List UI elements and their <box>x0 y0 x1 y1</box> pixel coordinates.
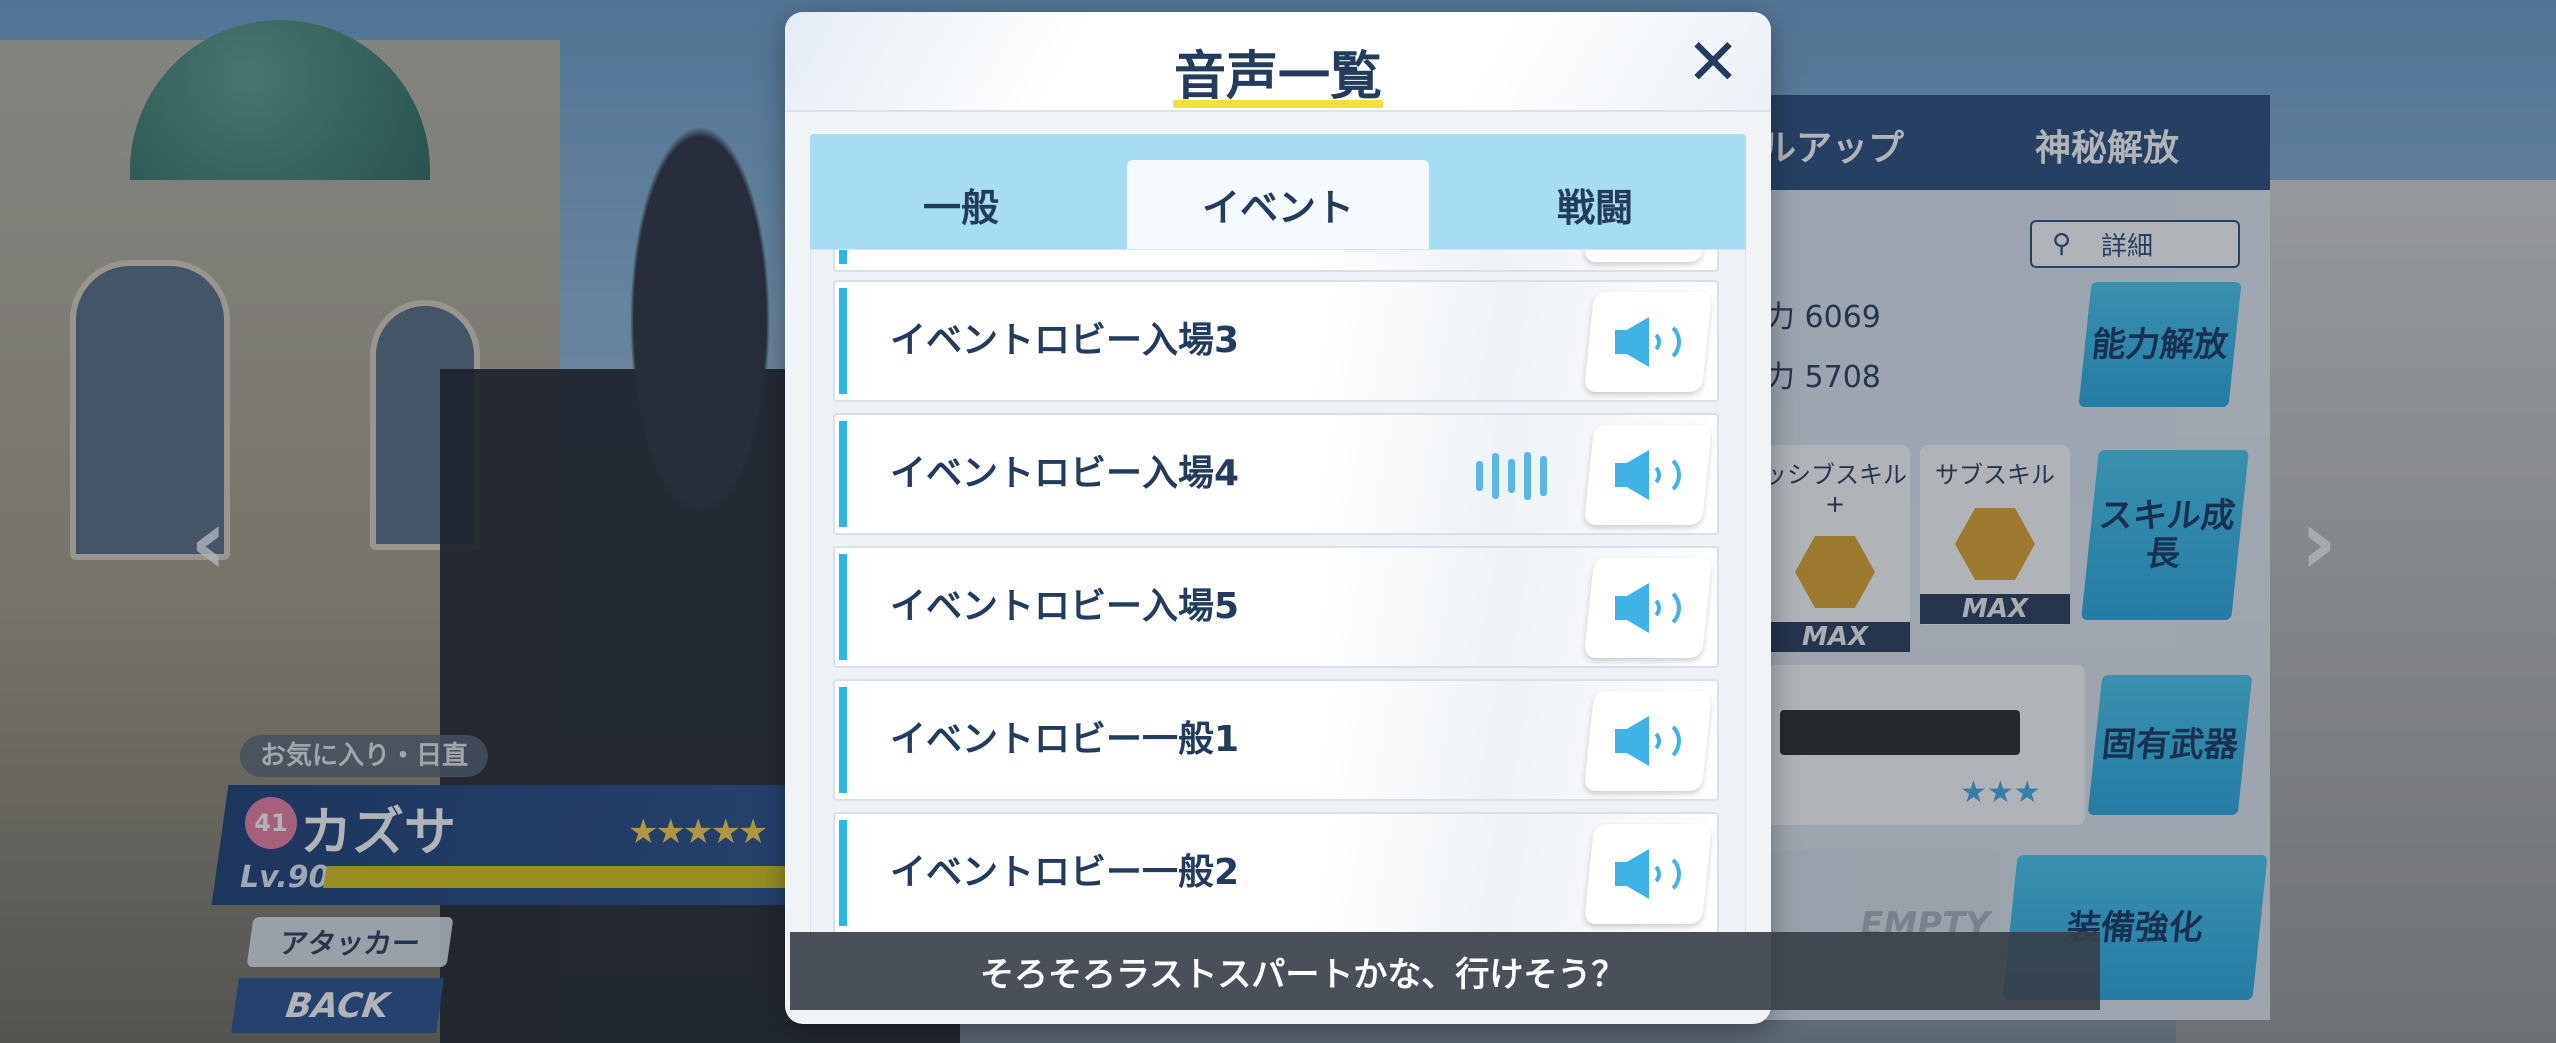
sound-wave-icon <box>1476 452 1547 500</box>
speaker-icon <box>1615 716 1681 766</box>
list-item[interactable]: イベントロビー一般2 <box>833 812 1719 934</box>
play-button[interactable] <box>1583 292 1713 392</box>
play-button[interactable] <box>1583 250 1713 262</box>
tab-battle[interactable]: 戦闘 <box>1444 160 1746 249</box>
voice-list[interactable]: イベントロビー入場3 イベントロビー入場4 イベントロビー入場5 イベントロビー… <box>810 249 1746 989</box>
voice-item-label: イベントロビー入場4 <box>890 453 1240 494</box>
list-item[interactable]: イベントロビー入場3 <box>833 280 1719 402</box>
list-item[interactable]: イベントロビー入場4 <box>833 413 1719 535</box>
title-underline <box>1173 100 1383 108</box>
play-button[interactable] <box>1583 558 1713 658</box>
play-button[interactable] <box>1583 691 1713 791</box>
play-button[interactable] <box>1583 824 1713 924</box>
voice-list-modal: 音声一覧 ✕ 一般 イベント 戦闘 イベントロビー入場3 イベントロビー入場4 <box>785 12 1771 1024</box>
voice-item-label: イベントロビー入場3 <box>890 320 1240 361</box>
voice-item-label: イベントロビー一般2 <box>890 852 1240 893</box>
list-item[interactable]: イベントロビー入場5 <box>833 546 1719 668</box>
modal-title: 音声一覧 <box>1173 47 1382 107</box>
list-item[interactable] <box>833 250 1719 272</box>
play-button[interactable] <box>1583 425 1713 525</box>
voice-item-label: イベントロビー一般1 <box>890 719 1240 760</box>
close-icon[interactable]: ✕ <box>1683 31 1743 95</box>
speaker-icon <box>1615 849 1681 899</box>
speaker-icon <box>1615 450 1681 500</box>
speaker-icon <box>1615 317 1681 367</box>
voice-category-tabs: 一般 イベント 戦闘 <box>810 134 1746 249</box>
speaker-icon <box>1615 583 1681 633</box>
modal-header: 音声一覧 ✕ <box>785 12 1771 112</box>
tab-event[interactable]: イベント <box>1127 160 1429 249</box>
tab-general[interactable]: 一般 <box>810 160 1112 249</box>
list-item[interactable]: イベントロビー一般1 <box>833 679 1719 801</box>
voice-item-label: イベントロビー入場5 <box>890 586 1240 627</box>
voice-subtitle: そろそろラストスパートかな、行けそう？ <box>790 932 2100 1010</box>
